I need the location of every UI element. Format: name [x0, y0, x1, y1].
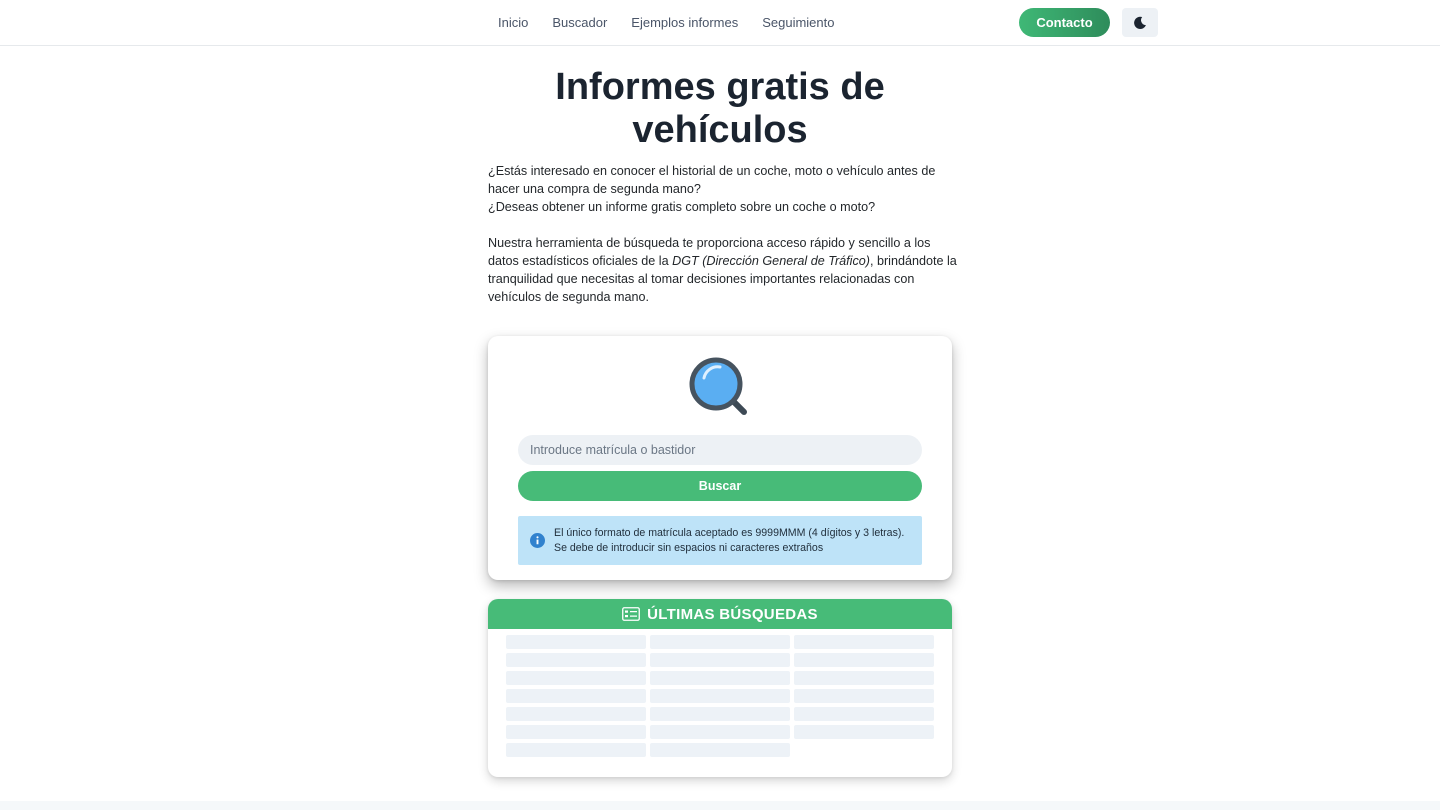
search-card: Buscar El único formato de matrícula ace… [488, 336, 952, 580]
skeleton-cell [794, 653, 934, 667]
skeleton-cell [506, 707, 646, 721]
recent-searches-header: ÚLTIMAS BÚSQUEDAS [488, 599, 952, 629]
format-info-alert: El único formato de matrícula aceptado e… [518, 516, 922, 565]
skeleton-cell [650, 653, 790, 667]
skeleton-cell [794, 671, 934, 685]
skeleton-cell [794, 725, 934, 739]
skeleton-cell [794, 689, 934, 703]
moon-icon [1134, 16, 1146, 29]
skeleton-cell [506, 653, 646, 667]
plate-search-input[interactable] [518, 435, 922, 465]
skeleton-cell [650, 689, 790, 703]
search-button[interactable]: Buscar [518, 471, 922, 501]
info-icon [530, 533, 545, 548]
skeleton-cell [650, 671, 790, 685]
intro-text: ¿Estás interesado en conocer el historia… [488, 162, 958, 306]
skeleton-cell [506, 743, 646, 757]
magnifying-glass-icon [689, 357, 747, 415]
intro-dgt-italic: DGT (Dirección General de Tráfico) [672, 254, 870, 268]
skeleton-cell [794, 707, 934, 721]
id-card-icon [622, 607, 641, 621]
skeleton-cell [506, 635, 646, 649]
skeleton-cell [506, 725, 646, 739]
recent-searches-card: ÚLTIMAS BÚSQUEDAS [488, 599, 952, 777]
skeleton-cell [650, 725, 790, 739]
intro-paragraph: Nuestra herramienta de búsqueda te propo… [488, 234, 958, 306]
skeleton-cell [794, 635, 934, 649]
intro-question-1: ¿Estás interesado en conocer el historia… [488, 164, 936, 196]
format-info-text: El único formato de matrícula aceptado e… [554, 526, 905, 554]
page-title: Informes gratis de vehículos [555, 66, 885, 151]
top-navbar: Inicio Buscador Ejemplos informes Seguim… [0, 0, 1440, 46]
recent-searches-skeleton [506, 635, 934, 757]
contact-button[interactable]: Contacto [1019, 8, 1110, 37]
nav-link-seguimiento[interactable]: Seguimiento [762, 15, 834, 30]
nav-link-buscador[interactable]: Buscador [552, 15, 607, 30]
theme-toggle-button[interactable] [1122, 8, 1158, 37]
skeleton-cell [794, 743, 934, 757]
recent-searches-title: ÚLTIMAS BÚSQUEDAS [647, 605, 818, 623]
intro-question-2: ¿Deseas obtener un informe gratis comple… [488, 200, 876, 214]
nav-link-inicio[interactable]: Inicio [498, 15, 528, 30]
nav-link-ejemplos-informes[interactable]: Ejemplos informes [631, 15, 738, 30]
skeleton-cell [506, 689, 646, 703]
skeleton-cell [650, 707, 790, 721]
skeleton-cell [650, 635, 790, 649]
skeleton-cell [650, 743, 790, 757]
skeleton-cell [506, 671, 646, 685]
main-nav: Inicio Buscador Ejemplos informes Seguim… [498, 0, 835, 44]
footer-strip [0, 801, 1440, 810]
